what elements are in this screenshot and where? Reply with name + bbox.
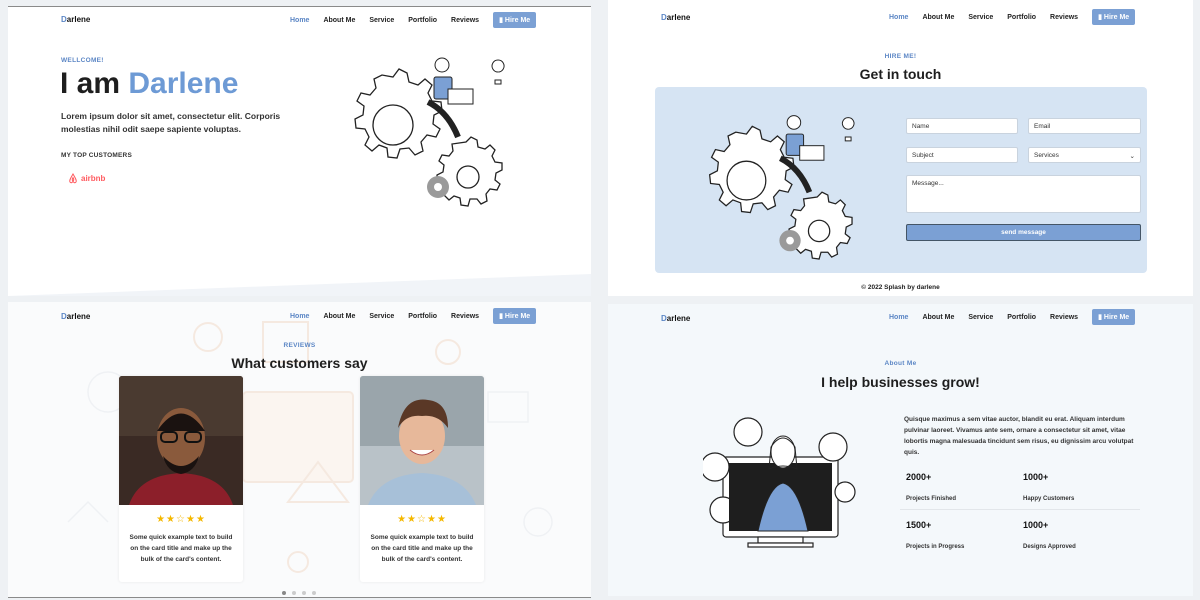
nav-service[interactable]: Service: [369, 17, 394, 24]
hero-eyebrow: WELLCOME!: [61, 57, 104, 64]
hero-title: I am Darlene: [60, 67, 239, 100]
nav-service[interactable]: Service: [968, 14, 993, 21]
airbnb-icon: [69, 173, 77, 184]
contact-eyebrow: HIRE ME!: [884, 53, 917, 60]
about-title: I help businesses grow!: [821, 374, 980, 390]
about-panel: Darlene Home About Me Service Portfolio …: [608, 304, 1193, 596]
nav-portfolio[interactable]: Portfolio: [408, 313, 437, 320]
nav-home[interactable]: Home: [290, 17, 309, 24]
navbar: Darlene Home About Me Service Portfolio …: [8, 7, 591, 33]
review-card[interactable]: ★★☆★★ Some quick example text to build o…: [119, 376, 243, 582]
nav-menu: Home About Me Service Portfolio Reviews …: [290, 12, 537, 28]
carousel-dot[interactable]: [312, 591, 316, 595]
star-rating: ★★☆★★: [156, 514, 206, 525]
nav-reviews[interactable]: Reviews: [1050, 14, 1078, 21]
contact-panel: Darlene Home About Me Service Portfolio …: [608, 0, 1193, 296]
nav-portfolio[interactable]: Portfolio: [1007, 314, 1036, 321]
review-card[interactable]: ★★☆★★ Some quick example text to build o…: [360, 376, 484, 582]
hire-me-button[interactable]: ▮ Hire Me: [493, 308, 537, 324]
stat-value: 1000+: [1023, 520, 1049, 530]
chevron-down-icon: ⌄: [1129, 153, 1135, 160]
logo[interactable]: Darlene: [61, 15, 90, 24]
send-message-button[interactable]: send message: [906, 224, 1141, 241]
logo[interactable]: Darlene: [661, 13, 690, 22]
name-field[interactable]: Name: [906, 118, 1018, 134]
airbnb-logo: airbnb: [68, 173, 105, 184]
nav-about[interactable]: About Me: [323, 17, 355, 24]
about-eyebrow: About Me: [884, 360, 917, 367]
stat-label: Designs Approved: [1023, 544, 1076, 550]
hire-me-button[interactable]: ▮ Hire Me: [1092, 9, 1136, 25]
nav-menu: Home About Me Service Portfolio Reviews …: [290, 308, 537, 324]
star-rating: ★★☆★★: [397, 514, 447, 525]
nav-reviews[interactable]: Reviews: [451, 17, 479, 24]
nav-reviews[interactable]: Reviews: [451, 313, 479, 320]
nav-reviews[interactable]: Reviews: [1050, 314, 1078, 321]
subject-field[interactable]: Subject: [906, 147, 1018, 163]
carousel-indicators: [282, 591, 316, 595]
nav-menu: Home About Me Service Portfolio Reviews …: [889, 309, 1136, 325]
carousel-dot[interactable]: [282, 591, 286, 595]
stat-label: Happy Customers: [1023, 496, 1075, 502]
divider: [900, 509, 1140, 510]
contact-title: Get in touch: [859, 66, 942, 82]
nav-home[interactable]: Home: [290, 313, 309, 320]
navbar: Darlene Home About Me Service Portfolio …: [8, 302, 591, 328]
navbar: Darlene Home About Me Service Portfolio …: [608, 5, 1193, 31]
contact-card: Name Email Subject Services ⌄ Message... …: [655, 87, 1147, 273]
nav-portfolio[interactable]: Portfolio: [408, 17, 437, 24]
chat-icon: ▮: [1098, 14, 1102, 21]
carousel-dot[interactable]: [292, 591, 296, 595]
customers-heading: MY TOP CUSTOMERS: [61, 152, 132, 159]
hire-me-button[interactable]: ▮ Hire Me: [1092, 309, 1136, 325]
wave-divider: [8, 274, 591, 296]
stat-label: Projects in Progress: [906, 544, 965, 550]
email-field[interactable]: Email: [1028, 118, 1141, 134]
chat-icon: ▮: [499, 313, 503, 320]
gears-illustration: [708, 115, 855, 260]
nav-home[interactable]: Home: [889, 314, 908, 321]
message-textarea[interactable]: Message...: [906, 175, 1141, 213]
reviews-panel: Darlene Home About Me Service Portfolio …: [8, 302, 591, 598]
chat-icon: ▮: [499, 17, 503, 24]
logo[interactable]: Darlene: [61, 312, 90, 321]
services-select[interactable]: Services ⌄: [1028, 147, 1141, 163]
marketing-illustration: [703, 417, 856, 548]
reviews-title: What customers say: [231, 355, 368, 371]
nav-service[interactable]: Service: [369, 313, 394, 320]
screenshot-collage: Darlene Home About Me Service Portfolio …: [0, 0, 1200, 600]
nav-portfolio[interactable]: Portfolio: [1007, 14, 1036, 21]
gears-illustration: [354, 57, 505, 207]
nav-about[interactable]: About Me: [922, 14, 954, 21]
review-text: Some quick example text to build on the …: [129, 534, 233, 563]
stat-label: Projects Finished: [906, 496, 957, 502]
nav-home[interactable]: Home: [889, 14, 908, 21]
nav-menu: Home About Me Service Portfolio Reviews …: [889, 9, 1136, 25]
carousel-dot[interactable]: [302, 591, 306, 595]
reviewer-photo: [119, 376, 243, 505]
chat-icon: ▮: [1098, 314, 1102, 321]
nav-about[interactable]: About Me: [922, 314, 954, 321]
hire-me-button[interactable]: ▮ Hire Me: [493, 12, 537, 28]
about-text: Quisque maximus a sem vitae auctor, blan…: [904, 416, 1134, 456]
navbar: Darlene Home About Me Service Portfolio …: [608, 304, 1193, 330]
nav-about[interactable]: About Me: [323, 313, 355, 320]
stat-value: 1500+: [906, 520, 932, 530]
reviews-eyebrow: REVIEWS: [283, 342, 316, 349]
hero-lead: Lorem ipsum dolor sit amet, consectetur …: [61, 111, 281, 134]
stat-value: 1000+: [1023, 472, 1049, 482]
nav-service[interactable]: Service: [968, 314, 993, 321]
review-text: Some quick example text to build on the …: [370, 534, 474, 563]
footer-copyright: © 2022 Splash by darlene: [861, 284, 940, 291]
hero-panel: Darlene Home About Me Service Portfolio …: [8, 6, 591, 296]
logo[interactable]: Darlene: [661, 314, 690, 323]
reviewer-photo: [360, 376, 484, 505]
stat-value: 2000+: [906, 472, 932, 482]
